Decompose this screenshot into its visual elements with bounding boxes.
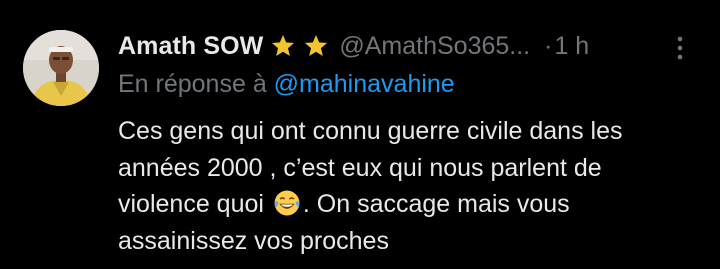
tweet-text-segment: . On saccage mais vous xyxy=(302,190,570,218)
more-options-icon[interactable] xyxy=(676,34,684,62)
tweet-card[interactable]: Amath SOW @AmathSo365... · 1 h En répons… xyxy=(0,0,720,269)
reply-context: En réponse à @mahinavahine xyxy=(118,70,455,99)
author-handle[interactable]: @AmathSo365... xyxy=(339,32,530,61)
tweet-text: Ces gens qui ont connu guerre civile dan… xyxy=(118,113,708,259)
star-icon xyxy=(272,34,295,56)
tweet-text-line: violence quoi . On saccage mais vous xyxy=(118,186,708,223)
avatar-image xyxy=(23,30,99,106)
tweet-text-line: Ces gens qui ont connu guerre civile dan… xyxy=(118,117,623,145)
reply-prefix: En réponse à xyxy=(118,70,267,98)
tweet-text-line: assainissez vos proches xyxy=(118,226,389,255)
avatar[interactable] xyxy=(23,30,99,106)
star-icon xyxy=(305,34,328,56)
separator-dot: · xyxy=(544,31,553,60)
tweet-header: Amath SOW @AmathSo365... · 1 h xyxy=(118,28,589,64)
laughing-tears-emoji-icon xyxy=(274,190,300,216)
author-name[interactable]: Amath SOW xyxy=(118,32,263,61)
timestamp[interactable]: 1 h xyxy=(554,32,589,61)
tweet-text-line: années 2000 , c’est eux qui nous parlent… xyxy=(118,153,602,182)
reply-mention-link[interactable]: @mahinavahine xyxy=(274,70,455,98)
tweet-text-segment: violence quoi xyxy=(118,190,264,218)
